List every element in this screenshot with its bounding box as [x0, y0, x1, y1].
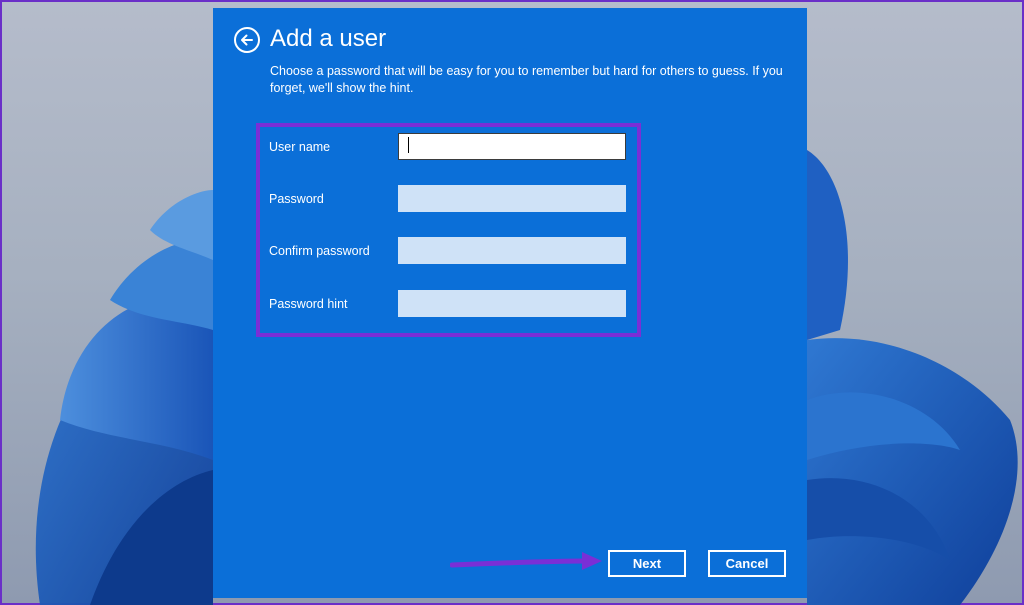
add-user-dialog: Add a user Choose a password that will b… [213, 8, 807, 598]
page-description: Choose a password that will be easy for … [270, 64, 783, 95]
text-caret [408, 137, 409, 153]
password-hint-input[interactable] [398, 290, 626, 317]
page-title: Add a user [270, 25, 387, 52]
password-label: Password [269, 192, 324, 206]
pointer-arrow-annotation [450, 552, 602, 570]
password-hint-label: Password hint [269, 297, 348, 311]
user-name-input[interactable] [398, 133, 626, 160]
confirm-password-input[interactable] [398, 237, 626, 264]
back-arrow-icon [241, 34, 253, 46]
password-input[interactable] [398, 185, 626, 212]
next-button[interactable]: Next [608, 550, 686, 577]
cancel-button[interactable]: Cancel [708, 550, 786, 577]
user-name-label: User name [269, 140, 331, 154]
confirm-password-label: Confirm password [269, 244, 370, 258]
back-button[interactable] [234, 27, 260, 53]
